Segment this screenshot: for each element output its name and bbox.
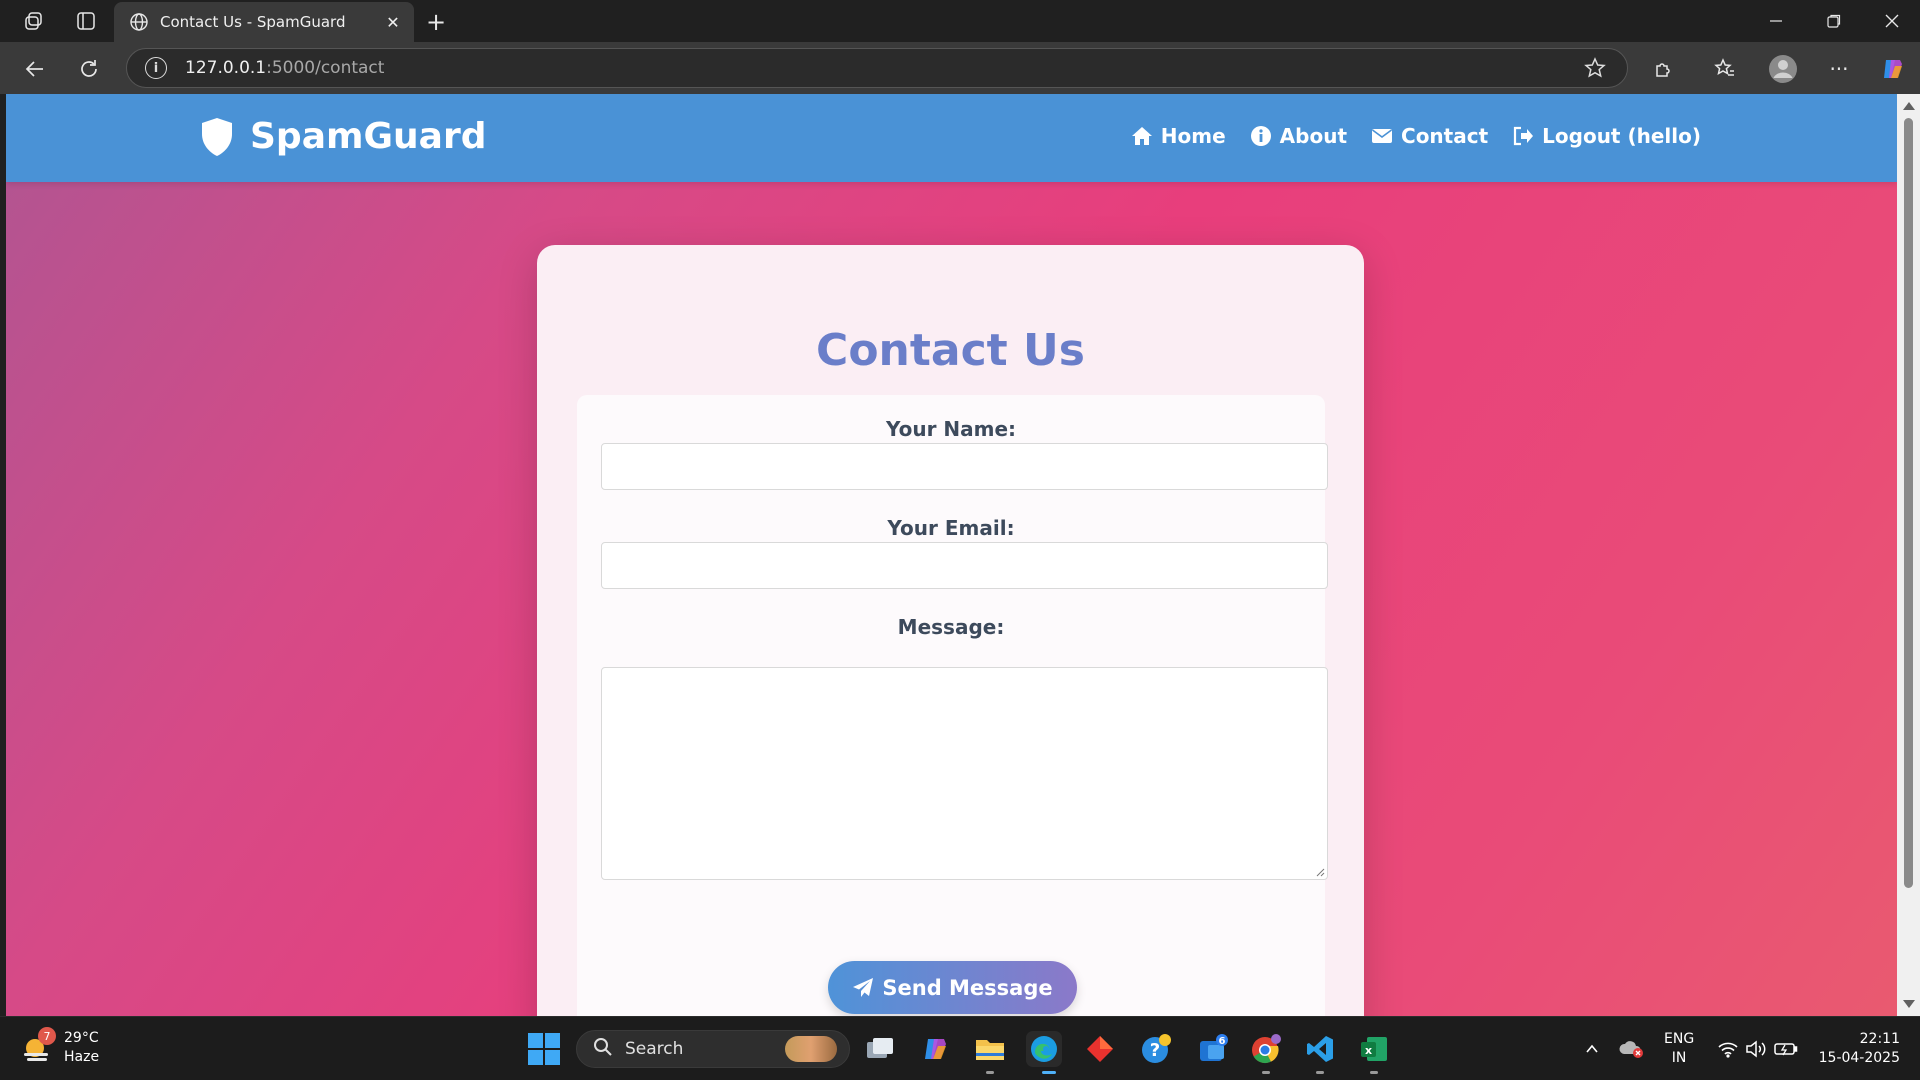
envelope-icon bbox=[1372, 129, 1393, 143]
page-scrollbar[interactable] bbox=[1897, 94, 1920, 1016]
restore-icon[interactable] bbox=[1806, 0, 1862, 42]
message-label: Message: bbox=[897, 615, 1005, 639]
scroll-up-arrow-icon[interactable] bbox=[1903, 102, 1915, 110]
weather-badge: 7 bbox=[38, 1027, 56, 1045]
nav-home[interactable]: Home bbox=[1131, 124, 1226, 148]
site-info-icon[interactable]: i bbox=[145, 57, 167, 79]
send-message-button[interactable]: Send Message bbox=[828, 961, 1077, 1014]
vscode-icon[interactable] bbox=[1302, 1031, 1338, 1067]
info-icon bbox=[1250, 126, 1271, 146]
email-input[interactable] bbox=[601, 542, 1328, 589]
page-title: Contact Us bbox=[816, 325, 1085, 376]
browser-tab-active[interactable]: Contact Us - SpamGuard ✕ bbox=[114, 2, 414, 42]
tab-title: Contact Us - SpamGuard bbox=[160, 13, 346, 31]
svg-text:x: x bbox=[1365, 1044, 1372, 1057]
extensions-icon[interactable] bbox=[1646, 52, 1680, 86]
lang-code: ENG bbox=[1664, 1031, 1695, 1047]
nav-contact[interactable]: Contact bbox=[1371, 124, 1488, 148]
more-options-icon[interactable]: ··· bbox=[1822, 52, 1856, 86]
name-label: Your Name: bbox=[885, 417, 1017, 441]
workspaces-icon[interactable] bbox=[6, 0, 62, 42]
profile-avatar-icon[interactable] bbox=[1766, 52, 1800, 86]
taskbar-search[interactable]: Search bbox=[576, 1030, 850, 1068]
system-clock[interactable]: 22:11 15-04-2025 bbox=[1816, 1030, 1900, 1068]
search-placeholder: Search bbox=[625, 1039, 684, 1059]
svg-text:?: ? bbox=[1150, 1040, 1160, 1061]
nav-about[interactable]: About bbox=[1250, 124, 1347, 148]
contact-card: Contact Us Your Name: Your Email: Messag… bbox=[537, 245, 1364, 1016]
task-view-icon[interactable] bbox=[862, 1031, 898, 1067]
language-indicator[interactable]: ENG IN bbox=[1664, 1030, 1694, 1068]
new-tab-button[interactable]: + bbox=[420, 6, 452, 38]
nav-logout[interactable]: Logout (hello) bbox=[1512, 124, 1701, 148]
site-header: SpamGuard Home About Contact Logout (hel… bbox=[6, 94, 1897, 182]
search-highlight-icon bbox=[785, 1036, 837, 1062]
paper-plane-icon bbox=[853, 977, 874, 997]
url-text: 127.0.0.1:5000/contact bbox=[185, 58, 385, 78]
excel-icon[interactable]: x bbox=[1356, 1031, 1392, 1067]
shield-icon bbox=[202, 117, 232, 156]
star-bookmark-icon[interactable] bbox=[1583, 56, 1607, 80]
start-button[interactable] bbox=[528, 1033, 560, 1065]
copilot-icon[interactable] bbox=[1876, 52, 1910, 86]
outlook-mail-icon[interactable]: 6 bbox=[1194, 1031, 1230, 1067]
clock-time: 22:11 bbox=[1859, 1031, 1900, 1047]
nav-logout-label: Logout (hello) bbox=[1542, 124, 1701, 148]
nav-about-label: About bbox=[1279, 124, 1348, 148]
brand-name: SpamGuard bbox=[250, 116, 487, 157]
message-textarea[interactable] bbox=[601, 667, 1328, 880]
nav-home-label: Home bbox=[1160, 124, 1226, 148]
weather-temp: 29°C bbox=[64, 1030, 99, 1046]
main-nav: Home About Contact Logout (hello) bbox=[1131, 124, 1701, 148]
search-icon bbox=[593, 1037, 613, 1062]
favorites-icon[interactable] bbox=[1708, 52, 1742, 86]
battery-icon[interactable] bbox=[1768, 1031, 1804, 1067]
close-tab-icon[interactable]: ✕ bbox=[378, 7, 408, 37]
onedrive-error-icon[interactable] bbox=[1614, 1031, 1650, 1067]
scroll-down-arrow-icon[interactable] bbox=[1903, 1000, 1915, 1008]
resize-handle-icon[interactable] bbox=[1315, 867, 1325, 877]
clock-date: 15-04-2025 bbox=[1818, 1050, 1900, 1066]
red-diamond-app-icon[interactable] bbox=[1082, 1031, 1118, 1067]
windows-taskbar: 7 29°C Haze Search ? 6 x ENG IN 22:11 15… bbox=[0, 1016, 1920, 1080]
file-explorer-icon[interactable] bbox=[972, 1031, 1008, 1067]
home-icon bbox=[1131, 127, 1152, 145]
send-message-label: Send Message bbox=[882, 975, 1053, 1000]
chrome-browser-icon[interactable] bbox=[1248, 1031, 1284, 1067]
globe-icon bbox=[128, 11, 150, 33]
weather-widget[interactable]: 7 29°C Haze bbox=[20, 1027, 100, 1067]
lang-region: IN bbox=[1671, 1050, 1687, 1066]
outlook-badge: 6 bbox=[1219, 1036, 1226, 1047]
nav-contact-label: Contact bbox=[1401, 124, 1489, 148]
weather-desc: Haze bbox=[64, 1049, 100, 1065]
minimize-icon[interactable] bbox=[1748, 0, 1804, 42]
copilot-app-icon[interactable] bbox=[918, 1031, 954, 1067]
tab-actions-icon[interactable] bbox=[58, 0, 114, 42]
address-bar[interactable]: i 127.0.0.1:5000/contact bbox=[126, 48, 1628, 88]
weather-haze-icon: 7 bbox=[20, 1027, 56, 1065]
refresh-icon[interactable] bbox=[72, 52, 106, 86]
page-viewport: SpamGuard Home About Contact Logout (hel… bbox=[6, 94, 1897, 1016]
logout-icon bbox=[1514, 126, 1534, 146]
contact-form: Your Name: Your Email: Message: Send Mes… bbox=[577, 395, 1328, 1016]
close-window-icon[interactable] bbox=[1864, 0, 1920, 42]
back-arrow-icon[interactable] bbox=[18, 52, 52, 86]
name-input[interactable] bbox=[601, 443, 1328, 490]
brand-logo[interactable]: SpamGuard bbox=[200, 116, 487, 157]
help-app-icon[interactable]: ? bbox=[1138, 1031, 1174, 1067]
email-label: Your Email: bbox=[887, 516, 1015, 540]
browser-title-bar: Contact Us - SpamGuard ✕ + bbox=[0, 0, 1920, 42]
scroll-thumb[interactable] bbox=[1904, 118, 1913, 888]
chevron-up-icon[interactable] bbox=[1574, 1031, 1610, 1067]
edge-browser-icon[interactable] bbox=[1026, 1031, 1062, 1067]
